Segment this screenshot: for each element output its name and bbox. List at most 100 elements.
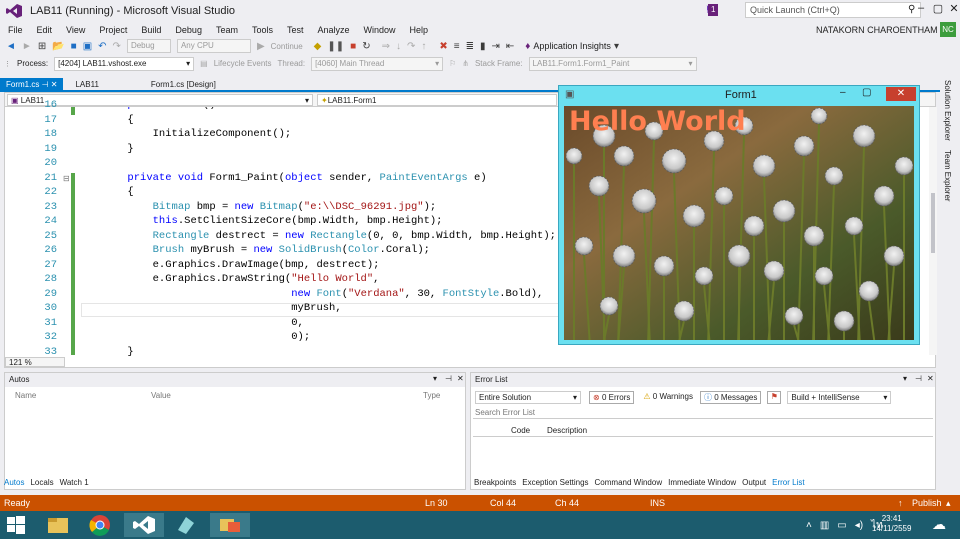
team-explorer-tab[interactable]: Team Explorer [943, 150, 952, 202]
continue-icon[interactable]: ▶ [257, 41, 265, 52]
column-code[interactable]: Code [511, 426, 530, 435]
build-source-select[interactable]: Build + IntelliSense ▾ [787, 390, 892, 404]
errors-filter-button[interactable]: ⊗ 0 Errors [589, 390, 635, 404]
menu-item-analyze[interactable]: Analyze [318, 25, 350, 35]
pin-icon[interactable]: ⊣ [42, 80, 49, 89]
configuration-select[interactable]: Debug [126, 39, 171, 53]
form1-title-bar[interactable]: ▣ Form1 – ▢ ✕ [559, 86, 919, 104]
scope-select[interactable]: Entire Solution ▾ [475, 390, 581, 404]
save-icon[interactable]: ■ [71, 41, 77, 52]
messages-filter-button[interactable]: ⓘ 0 Messages [699, 390, 762, 404]
tab-output[interactable]: Output [742, 478, 766, 487]
tab-locals[interactable]: Locals [30, 478, 53, 487]
notifications-icon[interactable]: ☁ [932, 516, 946, 533]
bookmark-icon[interactable]: ▮ [480, 41, 486, 52]
display-icon[interactable]: ▭ [837, 520, 846, 531]
code-line[interactable]: e.Graphics.DrawImage(bmp, destrect); [77, 259, 380, 271]
pin-icon[interactable]: ⊣ [445, 374, 452, 383]
maximize-button[interactable]: ▢ [932, 2, 944, 15]
file-explorer-taskbar-icon[interactable] [38, 513, 78, 537]
publish-icon[interactable]: ↑ [898, 498, 903, 508]
code-line[interactable]: { [77, 186, 133, 198]
menu-item-help[interactable]: Help [410, 25, 429, 35]
start-button[interactable] [6, 515, 28, 535]
platform-select[interactable]: Any CPU [176, 39, 251, 53]
volume-icon[interactable]: ◂) [855, 520, 863, 531]
close-icon[interactable]: ✕ [457, 374, 464, 383]
app-insights-icon[interactable]: ♦ [525, 41, 530, 52]
tab-form1-cs[interactable]: Form1.cs ⊣ ✕ [0, 78, 64, 91]
process-select[interactable]: [4204] LAB11.vshost.exe ▾ [54, 56, 195, 71]
clock[interactable]: 23:41 14/11/2559 [872, 514, 911, 534]
chevron-down-icon[interactable]: ▾ [614, 41, 619, 52]
tab-command-window[interactable]: Command Window [595, 478, 663, 487]
back-icon[interactable]: ◄ [6, 41, 16, 52]
show-next-statement-icon[interactable]: ⇒ [382, 41, 390, 52]
chrome-taskbar-icon[interactable] [80, 513, 120, 537]
code-line[interactable]: Rectangle destrect = new Rectangle(0, 0,… [77, 230, 556, 242]
chevron-down-icon[interactable]: ▾ [903, 374, 907, 383]
chevron-up-icon[interactable]: ˄ [806, 520, 812, 531]
form-close-button[interactable]: ✕ [886, 87, 916, 101]
threads-icon[interactable]: ⋔ [462, 59, 469, 68]
stop-debugging-icon[interactable]: ■ [350, 41, 356, 52]
tab-exception-settings[interactable]: Exception Settings [522, 478, 588, 487]
open-file-icon[interactable]: 📂 [52, 41, 64, 52]
filter-icon[interactable]: ⚑ [767, 390, 782, 404]
tab-autos[interactable]: Autos [4, 478, 24, 487]
menu-item-test[interactable]: Test [287, 25, 304, 35]
comment-icon[interactable]: ≡ [454, 41, 460, 52]
close-icon[interactable]: ✕ [51, 80, 58, 89]
code-line[interactable]: } [77, 143, 133, 155]
tab-form1-design[interactable]: Form1.cs [Design] [145, 78, 222, 91]
code-line[interactable]: private void Form1_Paint(object sender, … [77, 172, 486, 184]
code-line[interactable]: InitializeComponent(); [77, 128, 292, 140]
step-into-icon[interactable]: ↓ [396, 41, 401, 52]
solution-explorer-tab[interactable]: Solution Explorer [943, 80, 952, 141]
exception-settings-icon[interactable]: ✖ [439, 41, 447, 52]
thread-select[interactable]: [4060] Main Thread ▾ [311, 56, 444, 71]
running-form-taskbar-icon[interactable] [210, 513, 250, 537]
code-line[interactable]: } [77, 346, 133, 358]
save-all-icon[interactable]: ▣ [83, 41, 92, 52]
tab-lab11[interactable]: LAB11 [69, 78, 104, 91]
form1-window[interactable]: ▣ Form1 – ▢ ✕ Hello World [558, 85, 920, 345]
publish-button[interactable]: Publish [912, 498, 942, 508]
menu-item-team[interactable]: Team [216, 25, 238, 35]
menu-item-build[interactable]: Build [141, 25, 161, 35]
prev-bookmark-icon[interactable]: ⇤ [506, 41, 514, 52]
menu-item-edit[interactable]: Edit [37, 25, 53, 35]
code-line[interactable]: { [77, 114, 133, 126]
menu-item-debug[interactable]: Debug [175, 25, 202, 35]
code-line[interactable]: this.SetClientSizeCore(bmp.Width, bmp.He… [77, 215, 443, 227]
forward-icon[interactable]: ► [22, 41, 32, 52]
form-maximize-button[interactable]: ▢ [862, 87, 871, 98]
scrollbar-thumb[interactable] [931, 193, 935, 253]
menu-item-project[interactable]: Project [99, 25, 127, 35]
chevron-down-icon[interactable]: ▾ [433, 374, 437, 383]
code-line[interactable]: e.Graphics.DrawString("Hello World", [77, 273, 380, 285]
class-dropdown[interactable]: ✦LAB11.Form1 [317, 94, 557, 106]
code-line[interactable]: new Font("Verdana", 30, FontStyle.Bold), [77, 288, 543, 300]
menu-item-file[interactable]: File [8, 25, 23, 35]
debug-target-icon[interactable]: ◆ [314, 41, 322, 52]
column-description[interactable]: Description [547, 426, 587, 435]
break-all-icon[interactable]: ❚❚ [327, 41, 344, 52]
undo-icon[interactable]: ↶ [98, 41, 106, 52]
application-insights-button[interactable]: Application Insights [533, 41, 611, 51]
code-line[interactable]: 0); [77, 331, 310, 343]
menu-item-view[interactable]: View [66, 25, 85, 35]
close-button[interactable]: ✕ [948, 2, 960, 15]
visual-studio-taskbar-icon[interactable] [124, 513, 164, 537]
notification-count[interactable]: 1 [708, 4, 719, 16]
menu-item-window[interactable]: Window [364, 25, 396, 35]
uncomment-icon[interactable]: ≣ [466, 41, 474, 52]
redo-icon[interactable]: ↷ [113, 41, 121, 52]
user-name[interactable]: NATAKORN CHAROENTHAM [816, 25, 938, 35]
search-error-list-input[interactable]: Search Error List [473, 407, 933, 419]
restart-icon[interactable]: ↻ [362, 41, 370, 52]
tab-error-list[interactable]: Error List [772, 478, 804, 487]
lifecycle-events-button[interactable]: Lifecycle Events [214, 59, 272, 68]
new-project-icon[interactable]: ⊞ [38, 41, 46, 52]
app-taskbar-icon[interactable] [166, 513, 206, 537]
